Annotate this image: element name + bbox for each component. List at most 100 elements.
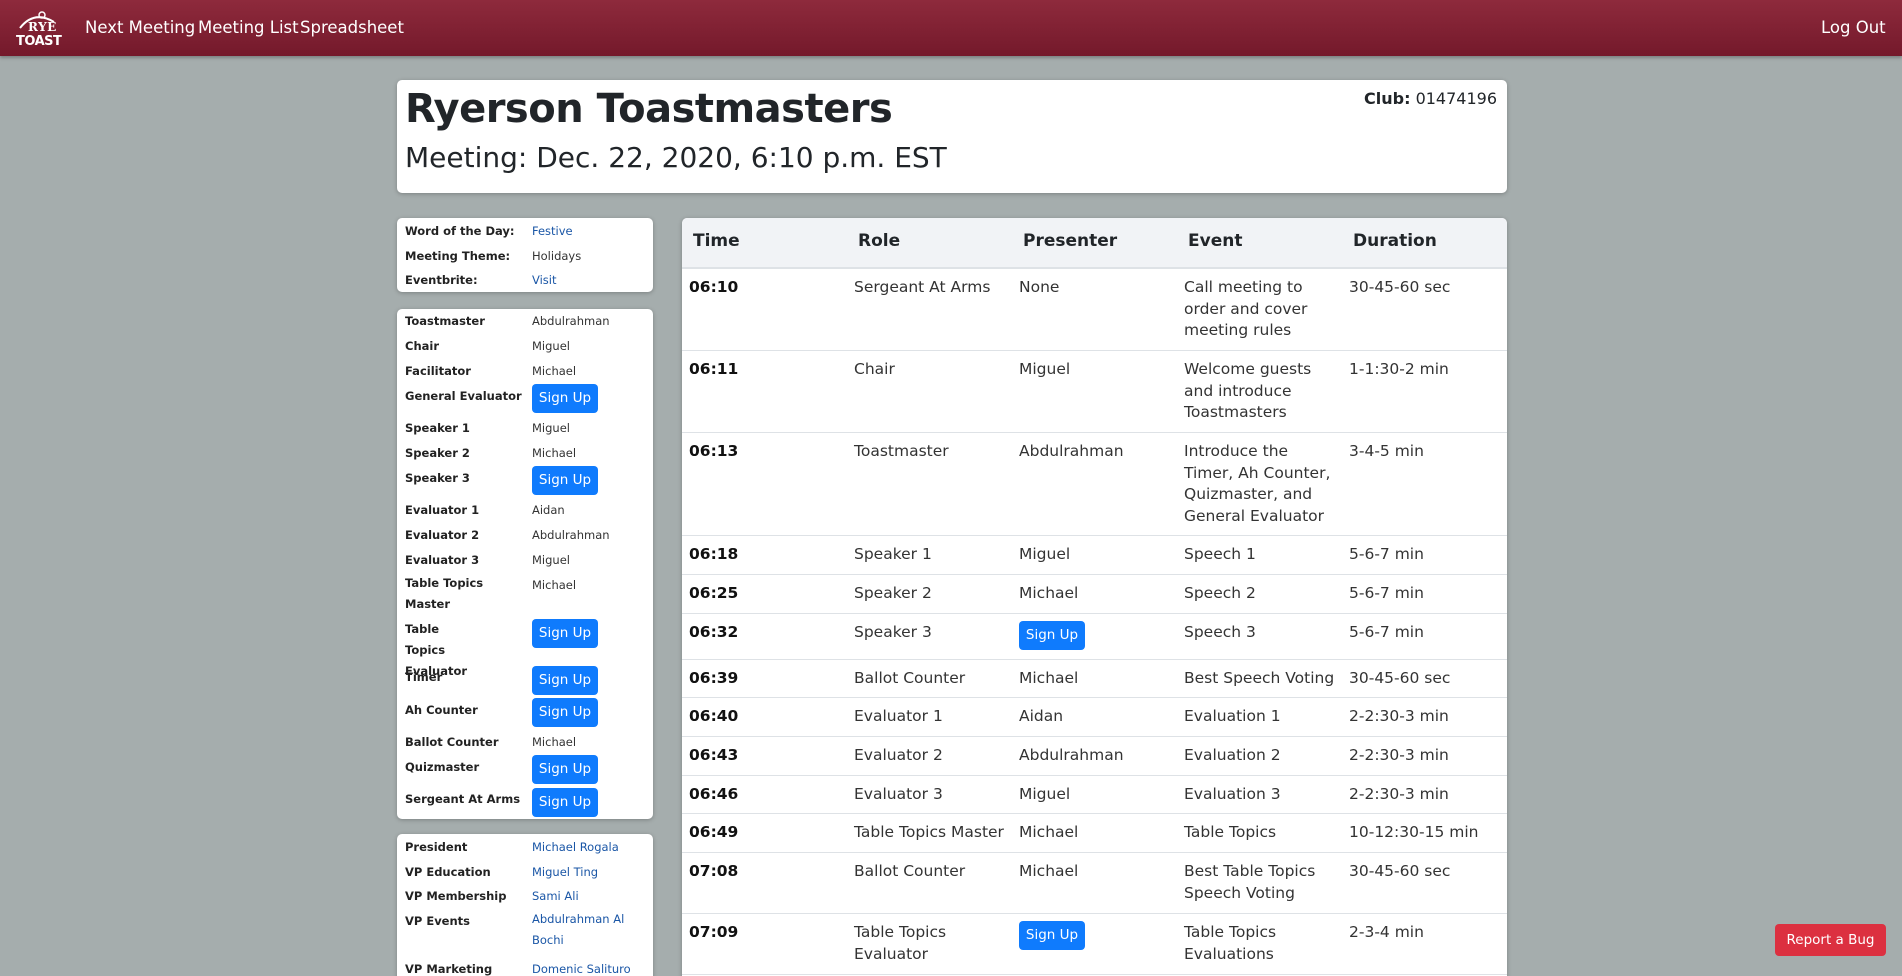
cell-duration: 3-4-5 min (1349, 442, 1424, 460)
exec-label-president: President (405, 840, 468, 854)
nav-log-out[interactable]: Log Out (1821, 18, 1886, 37)
cell-time: 06:11 (689, 360, 739, 378)
cell-role: Ballot Counter (854, 669, 966, 687)
rye-toast-logo[interactable]: RYE TOAST (14, 6, 62, 50)
exec-link-vp-membership[interactable]: Sami Ali (532, 889, 579, 903)
role-label-ah-counter: Ah Counter (405, 703, 478, 717)
role-value-table-topics-master: Michael (532, 578, 577, 592)
exec-label-vp-marketing: VP Marketing (405, 962, 493, 976)
cell-duration: 5-6-7 min (1349, 584, 1424, 602)
nav-next-meeting[interactable]: Next Meeting (85, 18, 195, 37)
club-number: Club: 01474196 (1364, 89, 1497, 108)
cell-role: Speaker 2 (854, 584, 932, 602)
word-of-day-label: Word of the Day: (405, 224, 515, 238)
cell-time: 06:39 (689, 669, 739, 687)
report-bug-button[interactable]: Report a Bug (1775, 924, 1886, 956)
eventbrite-label: Eventbrite: (405, 273, 478, 287)
sign-up-speaker-3-table-button[interactable]: Sign Up (1019, 621, 1085, 650)
executives-card: President Michael Rogala VP Education Mi… (397, 834, 653, 976)
eventbrite-link[interactable]: Visit (532, 273, 557, 287)
table-row: 06:13 Toastmaster Abdulrahman Introduce … (682, 432, 1507, 535)
role-label-sergeant-at-arms: Sergeant At Arms (405, 792, 521, 806)
role-value-facilitator: Michael (532, 364, 577, 378)
cell-role: Table Topics Master (854, 823, 1004, 841)
table-row: 06:43 Evaluator 2 Abdulrahman Evaluation… (682, 736, 1507, 775)
cell-duration: 1-1:30-2 min (1349, 360, 1449, 378)
role-label-facilitator: Facilitator (405, 364, 471, 378)
cell-duration: 2-2:30-3 min (1349, 746, 1449, 764)
role-label-speaker-1: Speaker 1 (405, 421, 470, 435)
cell-presenter: Michael (1019, 823, 1079, 841)
header-role: Role (858, 231, 901, 251)
cell-role: Speaker 1 (854, 545, 932, 563)
cell-event: Evaluation 2 (1184, 746, 1281, 764)
meeting-theme-value: Holidays (532, 249, 582, 263)
cell-presenter: None (1019, 278, 1060, 296)
cell-event: Speech 2 (1184, 584, 1256, 602)
exec-link-vp-marketing[interactable]: Domenic Salituro (532, 962, 631, 976)
cell-duration: 5-6-7 min (1349, 623, 1424, 641)
cell-time: 06:13 (689, 442, 739, 460)
cell-event: Evaluation 1 (1184, 707, 1281, 725)
cell-event: Introduce the Timer, Ah Counter, Quizmas… (1184, 442, 1331, 525)
cell-event: Speech 3 (1184, 623, 1256, 641)
cell-time: 06:32 (689, 623, 739, 641)
role-label-speaker-2: Speaker 2 (405, 446, 470, 460)
role-value-evaluator-3: Miguel (532, 553, 570, 567)
cell-event: Table Topics (1184, 823, 1277, 841)
role-label-chair: Chair (405, 339, 440, 353)
cell-time: 06:18 (689, 545, 739, 563)
exec-label-vp-education: VP Education (405, 865, 491, 879)
cell-duration: 2-3-4 min (1349, 923, 1424, 941)
header-time: Time (693, 231, 740, 251)
exec-link-president[interactable]: Michael Rogala (532, 840, 619, 854)
table-row: 06:46 Evaluator 3 Miguel Evaluation 3 2-… (682, 775, 1507, 813)
cell-duration: 30-45-60 sec (1349, 669, 1451, 687)
role-label-toastmaster: Toastmaster (405, 314, 485, 328)
word-of-day-link[interactable]: Festive (532, 224, 573, 238)
table-row: 06:39 Ballot Counter Michael Best Speech… (682, 659, 1507, 697)
sign-up-table-topics-evaluator-button[interactable]: Sign Up (532, 619, 598, 648)
role-value-speaker-2: Michael (532, 446, 577, 460)
cell-presenter: Miguel (1019, 360, 1071, 378)
logo-rye-text: RYE (28, 20, 57, 34)
sign-up-general-evaluator-button[interactable]: Sign Up (532, 384, 598, 413)
role-label-table-topics-master: Table Topics Master (405, 576, 484, 611)
cell-role: Sergeant At Arms (854, 278, 991, 296)
sign-up-sergeant-at-arms-button[interactable]: Sign Up (532, 788, 598, 817)
cell-time: 06:49 (689, 823, 739, 841)
cell-event: Best Table Topics Speech Voting (1184, 862, 1316, 902)
cell-role: Chair (854, 360, 895, 378)
table-row: 06:40 Evaluator 1 Aidan Evaluation 1 2-2… (682, 697, 1507, 736)
cell-presenter: Michael (1019, 584, 1079, 602)
meeting-header-card: Ryerson Toastmasters Meeting: Dec. 22, 2… (397, 80, 1507, 193)
nav-meeting-list[interactable]: Meeting List (198, 18, 299, 37)
cell-role: Evaluator 1 (854, 707, 943, 725)
sign-up-table-topics-evaluator-table-button[interactable]: Sign Up (1019, 921, 1085, 950)
role-value-speaker-1: Miguel (532, 421, 570, 435)
table-row: 06:18 Speaker 1 Miguel Speech 1 5-6-7 mi… (682, 535, 1507, 574)
header-presenter: Presenter (1023, 231, 1118, 251)
nav-spreadsheet[interactable]: Spreadsheet (300, 18, 404, 37)
cell-role: Speaker 3 (854, 623, 932, 641)
table-row: 06:25 Speaker 2 Michael Speech 2 5-6-7 m… (682, 574, 1507, 613)
cell-time: 06:40 (689, 707, 739, 725)
sign-up-speaker-3-button[interactable]: Sign Up (532, 466, 598, 495)
role-label-timer: Timer (405, 670, 443, 684)
cell-time: 07:09 (689, 923, 739, 941)
schedule-table: Time Role Presenter Event Duration 06:10… (682, 218, 1507, 976)
sign-up-timer-button[interactable]: Sign Up (532, 666, 598, 695)
sign-up-quizmaster-button[interactable]: Sign Up (532, 755, 598, 784)
exec-link-vp-education[interactable]: Miguel Ting (532, 865, 598, 879)
cell-presenter: Miguel (1019, 545, 1071, 563)
cell-time: 06:46 (689, 785, 739, 803)
table-header: Time Role Presenter Event Duration (682, 218, 1507, 268)
cell-presenter: Michael (1019, 669, 1079, 687)
cell-event: Call meeting to order and cover meeting … (1184, 278, 1308, 339)
exec-link-vp-events[interactable]: Abdulrahman Al Bochi (532, 909, 642, 951)
role-label-general-evaluator: General Evaluator (405, 389, 522, 403)
role-label-quizmaster: Quizmaster (405, 760, 480, 774)
sign-up-ah-counter-button[interactable]: Sign Up (532, 698, 598, 727)
table-row: 07:09 Table Topics Evaluator Sign Up Tab… (682, 913, 1507, 974)
cell-role: Ballot Counter (854, 862, 966, 880)
